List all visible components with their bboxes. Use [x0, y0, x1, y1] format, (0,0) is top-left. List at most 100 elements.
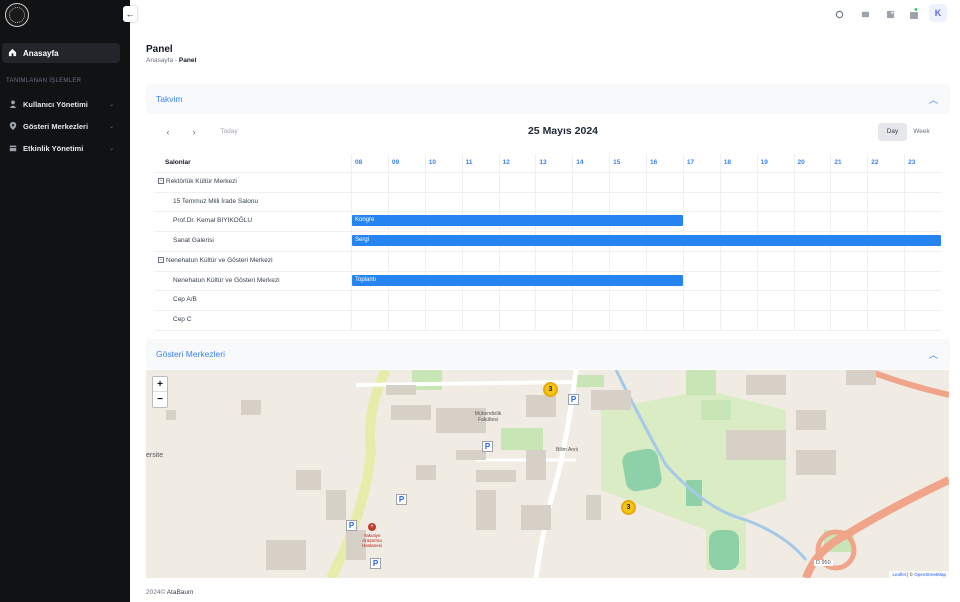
parking-icon: P [396, 494, 407, 505]
search-icon[interactable] [833, 8, 845, 20]
zoom-out-button[interactable]: − [153, 392, 167, 407]
map-label-edge: ersite [146, 452, 164, 459]
hospital-icon: + [368, 523, 376, 531]
chevron-up-icon[interactable]: ︿ [929, 93, 938, 106]
timeline-hour-label: 21 [834, 159, 842, 166]
timeline-hour-label: 18 [723, 159, 731, 166]
sidebar-item-label: Anasayfa [23, 48, 59, 58]
notification-icon[interactable] [908, 8, 920, 20]
breadcrumb-separator: - [174, 57, 178, 64]
timeline-hour-label: 19 [760, 159, 768, 166]
calendar-card-header[interactable]: Takvim ︿ [146, 84, 950, 114]
marker-cluster[interactable]: 3 [621, 500, 636, 515]
calendar-prev-button[interactable]: ‹ [155, 123, 181, 141]
map-label-hospital: Yakutiye Araştırma Hastanesi [354, 533, 390, 548]
sidebar-item-home[interactable]: Anasayfa [2, 43, 120, 63]
sidebar-item-event-management[interactable]: Etkinlik Yönetimi ⌄ [2, 140, 120, 156]
view-week-button[interactable]: Week [907, 123, 936, 141]
timeline-hour-label: 22 [871, 159, 879, 166]
timeline-row-line [155, 211, 941, 213]
zoom-in-button[interactable]: + [153, 377, 167, 392]
timeline-hour-label: 20 [797, 159, 805, 166]
chat-icon[interactable] [859, 8, 871, 20]
breadcrumb: Anasayfa - Panel [146, 57, 196, 64]
calendar-card-title: Takvim [156, 94, 183, 104]
timeline-row-line [155, 250, 941, 252]
chevron-down-icon: ⌄ [108, 123, 114, 130]
collapse-icon[interactable]: − [158, 257, 164, 264]
footer-year: 2024© [146, 589, 166, 596]
resource-group-label: Nenehatun Kültür ve Gösteri Merkezi [166, 256, 273, 264]
timeline-hour-label: 09 [391, 159, 400, 166]
calendar-icon [9, 139, 17, 157]
calendar-event[interactable]: Toplantı [352, 274, 683, 286]
resource-column-header: Salonlar [165, 159, 191, 166]
timeline-hour-label: 16 [650, 159, 658, 166]
resource-label: Cep C [173, 315, 192, 323]
timeline-hour-label: 12 [502, 159, 510, 166]
map-zoom-control: + − [152, 376, 168, 408]
osm-link[interactable]: OpenStreetMap [914, 572, 946, 577]
resource-group-label: Rektörlük Kültür Merkezi [166, 178, 237, 185]
sidebar: Anasayfa TANIMLANAN İŞLEMLER Kullanıcı Y… [0, 0, 130, 602]
footer: 2024© AtaBaum [146, 589, 193, 596]
resource-label: Cep A/B [173, 296, 197, 304]
map-attribution: Leaflet | © OpenStreetMap [889, 571, 949, 578]
resource-group[interactable]: − Nenehatun Kültür ve Gösteri Merkezi [158, 257, 273, 264]
marker-cluster[interactable]: 3 [543, 382, 558, 397]
collapse-icon[interactable]: − [158, 178, 164, 185]
sidebar-item-label: Kullanıcı Yönetimi [23, 99, 88, 109]
timeline-row-line [155, 270, 941, 272]
timeline-row-line [155, 290, 941, 292]
sidebar-item-user-management[interactable]: Kullanıcı Yönetimi ⌄ [2, 96, 120, 112]
resource-label: Nenehatun Kültür ve Gösteri Merkezi [173, 276, 280, 284]
location-pin-icon [9, 117, 17, 135]
map-card-header[interactable]: Gösteri Merkezleri ︿ [146, 339, 950, 369]
page-title: Panel [146, 44, 173, 55]
map-label-road: D 950 [814, 560, 833, 566]
map[interactable]: + − 3 3 P P P P P Mühendislik Fakültesi … [146, 370, 949, 578]
timeline-hour-label: 14 [576, 159, 584, 166]
resource-label: 15 Temmuz Milli İrade Salonu [173, 197, 259, 205]
resource-timeline: Salonlar 08 09 10 11 12 13 14 15 16 17 18 19 20 21 22 2… [155, 154, 941, 331]
calendar-event[interactable]: Kongre [352, 215, 683, 227]
parking-icon: P [482, 441, 493, 452]
university-logo[interactable] [5, 3, 29, 27]
grid-icon[interactable] [884, 8, 896, 20]
sidebar-item-label: Gösteri Merkezleri [23, 121, 89, 131]
breadcrumb-parent[interactable]: Anasayfa [146, 57, 173, 64]
parking-icon: P [346, 520, 357, 531]
resource-label: Sanat Galerisi [173, 237, 214, 245]
map-label-faculty: Mühendislik Fakültesi [474, 411, 502, 423]
home-icon [8, 44, 17, 62]
calendar-next-button[interactable]: › [181, 123, 207, 141]
map-tiles [166, 370, 949, 578]
timeline-row-line [155, 172, 941, 173]
hospital-label-line: Hastanesi [361, 543, 382, 548]
view-day-button[interactable]: Day [878, 123, 907, 141]
timeline-row-line [155, 191, 941, 193]
parking-icon: P [370, 558, 381, 569]
sidebar-item-label: Etkinlik Yönetimi [23, 143, 84, 153]
breadcrumb-current: Panel [178, 57, 197, 64]
attribution-separator: | © [905, 572, 915, 577]
calendar-view-switch: Day Week [878, 123, 936, 141]
calendar-today-button[interactable]: Today [212, 123, 246, 141]
leaflet-link[interactable]: Leaflet [892, 572, 906, 577]
calendar-date-title: 25 Mayıs 2024 [527, 125, 599, 137]
map-label-monument: Bilim Anıtı [556, 447, 579, 453]
user-icon [9, 95, 17, 113]
chevron-up-icon[interactable]: ︿ [929, 348, 938, 361]
timeline-hour-label: 11 [465, 159, 473, 166]
sidebar-item-show-centers[interactable]: Gösteri Merkezleri ⌄ [2, 118, 120, 134]
resource-group[interactable]: − Rektörlük Kültür Merkezi [158, 178, 237, 185]
timeline-hour-label: 17 [686, 159, 695, 166]
calendar-event[interactable]: Sergi [352, 235, 941, 247]
timeline-row-line [155, 329, 941, 331]
footer-company[interactable]: AtaBaum [167, 589, 194, 596]
timeline-hour-label: 10 [428, 159, 436, 166]
timeline-hour-label: 15 [613, 159, 621, 166]
chevron-down-icon: ⌄ [108, 145, 114, 152]
parking-icon: P [568, 394, 579, 405]
user-avatar[interactable]: K [929, 4, 947, 22]
